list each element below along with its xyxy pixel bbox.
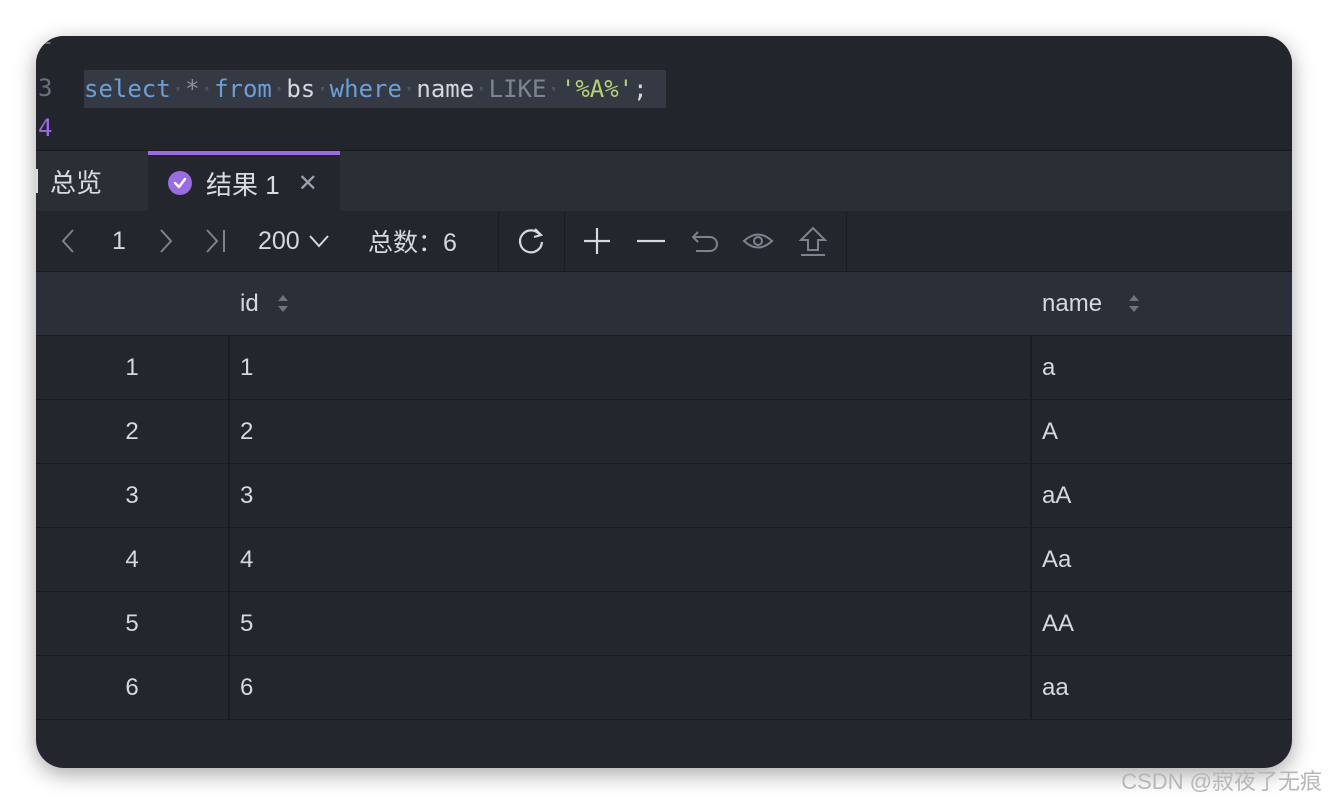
- refresh-button[interactable]: [516, 211, 546, 271]
- prev-page-button[interactable]: [60, 211, 76, 271]
- next-page-button[interactable]: [158, 211, 174, 271]
- table-header: id name: [36, 272, 1292, 336]
- cell-id[interactable]: 4: [230, 528, 1040, 591]
- last-page-button[interactable]: [204, 211, 228, 271]
- cell-name[interactable]: AA: [1032, 592, 1292, 655]
- result-grid: id name 1 1 a 2 2 A 3 3 aA 4 4 Aa 5 5 AA…: [36, 272, 1292, 720]
- line-number: 2: [38, 36, 53, 50]
- table-row[interactable]: 5 5 AA: [36, 592, 1292, 656]
- overview-icon: [36, 169, 38, 193]
- sort-icon[interactable]: [1128, 294, 1140, 313]
- cell-id[interactable]: 2: [230, 400, 1040, 463]
- row-number: 5: [125, 609, 139, 637]
- refresh-icon: [518, 228, 544, 254]
- row-number-header: [36, 272, 228, 335]
- cell-name[interactable]: A: [1032, 400, 1292, 463]
- tab-result-1[interactable]: 结果 1 ✕: [148, 151, 340, 211]
- cell-name[interactable]: aa: [1032, 656, 1292, 719]
- cell-id[interactable]: 1: [230, 336, 1040, 399]
- code-token: LIKE: [488, 75, 547, 103]
- minus-icon: [637, 239, 665, 243]
- cell-id[interactable]: 5: [230, 592, 1040, 655]
- code-token: where: [329, 75, 402, 103]
- table-row[interactable]: 4 4 Aa: [36, 528, 1292, 592]
- code-token: '%A%': [560, 75, 634, 103]
- page-size-select[interactable]: 200: [258, 211, 330, 271]
- add-row-button[interactable]: [582, 211, 612, 271]
- column-header-name[interactable]: name: [1032, 272, 1292, 335]
- sort-icon[interactable]: [277, 294, 289, 313]
- page-size-value: 200: [258, 226, 300, 255]
- close-icon[interactable]: ✕: [298, 169, 318, 198]
- total-count: 总数：6: [368, 229, 457, 257]
- table-row[interactable]: 1 1 a: [36, 336, 1292, 400]
- chevron-down-icon: [308, 235, 329, 248]
- chevron-right-icon: [160, 229, 173, 253]
- chevron-left-icon: [61, 229, 74, 253]
- plus-icon: [584, 228, 610, 254]
- last-page-icon: [206, 229, 225, 253]
- line-number: 3: [38, 74, 53, 102]
- code-token: name: [416, 75, 475, 103]
- undo-button[interactable]: [690, 211, 720, 271]
- row-number: 2: [125, 417, 139, 445]
- cell-name[interactable]: aA: [1032, 464, 1292, 527]
- code-token: select: [84, 75, 171, 103]
- code-token: bs: [286, 75, 316, 103]
- code-line-selected[interactable]: select · * · from · bs · where · name · LIKE · '%A%';: [84, 70, 666, 108]
- line-number-active: 4: [38, 114, 53, 142]
- undo-icon: [691, 231, 718, 252]
- column-header-id[interactable]: id: [230, 272, 1040, 335]
- commit-button[interactable]: [798, 211, 828, 271]
- code-token: *: [185, 75, 200, 103]
- cell-name[interactable]: a: [1032, 336, 1292, 399]
- table-row[interactable]: 2 2 A: [36, 400, 1292, 464]
- cell-id[interactable]: 3: [230, 464, 1040, 527]
- cell-name[interactable]: Aa: [1032, 528, 1292, 591]
- cell-id[interactable]: 6: [230, 656, 1040, 719]
- result-toolbar: 1 200 总数：6: [36, 211, 1292, 272]
- tab-label: 结果 1: [206, 169, 280, 200]
- row-number: 1: [125, 353, 139, 381]
- table-row[interactable]: 6 6 aa: [36, 656, 1292, 720]
- view-button[interactable]: [742, 211, 774, 271]
- row-number: 4: [125, 545, 139, 573]
- tab-overview[interactable]: 总览: [36, 151, 102, 211]
- check-circle-icon: [168, 171, 192, 195]
- table-row[interactable]: 3 3 aA: [36, 464, 1292, 528]
- sql-editor[interactable]: 2 3 4 select · * · from · bs · where · name · LIKE · '…: [36, 36, 1292, 150]
- app-window: 2 3 4 select · * · from · bs · where · name · LIKE · '…: [36, 36, 1292, 768]
- eye-icon: [742, 233, 774, 249]
- delete-row-button[interactable]: [636, 211, 666, 271]
- tab-label: 总览: [50, 167, 103, 198]
- code-token: ;: [633, 75, 648, 103]
- current-page: 1: [112, 226, 126, 255]
- row-number: 3: [125, 481, 139, 509]
- code-token: from: [214, 75, 272, 103]
- row-number: 6: [125, 673, 139, 701]
- watermark: CSDN @寂夜了无痕: [1121, 769, 1322, 794]
- upload-icon: [798, 226, 828, 256]
- result-tabs: 总览 结果 1 ✕: [36, 150, 1292, 212]
